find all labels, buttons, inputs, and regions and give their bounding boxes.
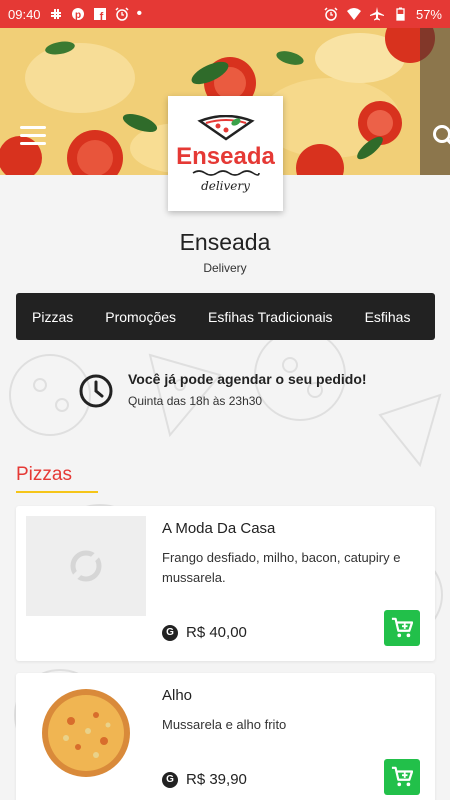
product-price: R$ 40,00	[186, 624, 247, 641]
search-icon	[433, 125, 450, 145]
notice-hours: Quinta das 18h às 23h30	[128, 394, 263, 408]
main-content: Enseada Delivery Pizzas Promoções Esfiha…	[0, 175, 450, 800]
facebook-icon: f	[93, 8, 106, 21]
logo-tagline: delivery	[201, 178, 250, 193]
pizza-slice-logo-icon	[196, 114, 255, 141]
tab-promocoes[interactable]: Promoções	[89, 309, 192, 325]
battery-icon	[396, 7, 405, 21]
logo-name: Enseada	[176, 142, 275, 170]
section-underline	[16, 491, 98, 493]
airplane-icon	[369, 7, 384, 21]
hamburger-icon	[20, 126, 46, 129]
product-image	[26, 683, 146, 783]
section-title: Pizzas	[16, 464, 72, 485]
product-name: Alho	[162, 687, 193, 704]
price-row: G R$ 40,00	[162, 624, 247, 641]
status-bar: 09:40 p f • 57%	[0, 0, 450, 28]
store-logo: Enseada delivery	[168, 96, 283, 211]
image-placeholder-icon	[70, 550, 102, 582]
alarm-icon	[324, 7, 338, 21]
category-tabs[interactable]: Pizzas Promoções Esfihas Tradicionais Es…	[16, 293, 435, 340]
dot-icon: •	[136, 5, 143, 22]
schedule-notice: Você já pode agendar o seu pedido! Quint…	[78, 371, 418, 408]
wave-icon	[192, 169, 260, 176]
pinterest-icon: p	[71, 8, 84, 21]
price-coin-icon: G	[162, 624, 178, 641]
tab-pizzas[interactable]: Pizzas	[16, 309, 89, 325]
add-to-cart-button[interactable]	[384, 759, 420, 795]
pizza-image	[42, 689, 130, 777]
product-description: Frango desfiado, milho, bacon, catupiry …	[162, 550, 401, 585]
store-subtitle: Delivery	[203, 261, 247, 275]
cart-icon	[391, 766, 413, 787]
store-name: Enseada	[179, 229, 271, 255]
cart-icon	[391, 617, 413, 638]
product-image-placeholder	[26, 516, 146, 616]
tab-esfihas[interactable]: Esfihas	[349, 309, 427, 325]
status-time: 09:40	[8, 6, 41, 22]
alarm-icon	[115, 7, 129, 21]
menu-button[interactable]	[20, 126, 46, 148]
price-coin-icon: G	[162, 771, 178, 788]
add-to-cart-button[interactable]	[384, 610, 420, 646]
product-name: A Moda Da Casa	[162, 520, 276, 537]
svg-text:f: f	[99, 11, 103, 21]
price-row: G R$ 39,90	[162, 771, 247, 788]
clock-icon	[79, 374, 113, 408]
product-card[interactable]: Alho Mussarela e alho frito G R$ 39,90	[16, 673, 435, 800]
notice-title: Você já pode agendar o seu pedido!	[128, 371, 367, 387]
tab-esfihas-tradicionais[interactable]: Esfihas Tradicionais	[192, 309, 349, 325]
battery-level: 57%	[415, 6, 442, 22]
product-card[interactable]: A Moda Da Casa Frango desfiado, milho, b…	[16, 506, 435, 661]
slack-icon	[50, 9, 61, 19]
svg-text:p: p	[74, 10, 80, 21]
product-price: R$ 39,90	[186, 771, 247, 788]
wifi-icon	[346, 8, 361, 20]
product-description: Mussarela e alho frito	[162, 717, 287, 732]
